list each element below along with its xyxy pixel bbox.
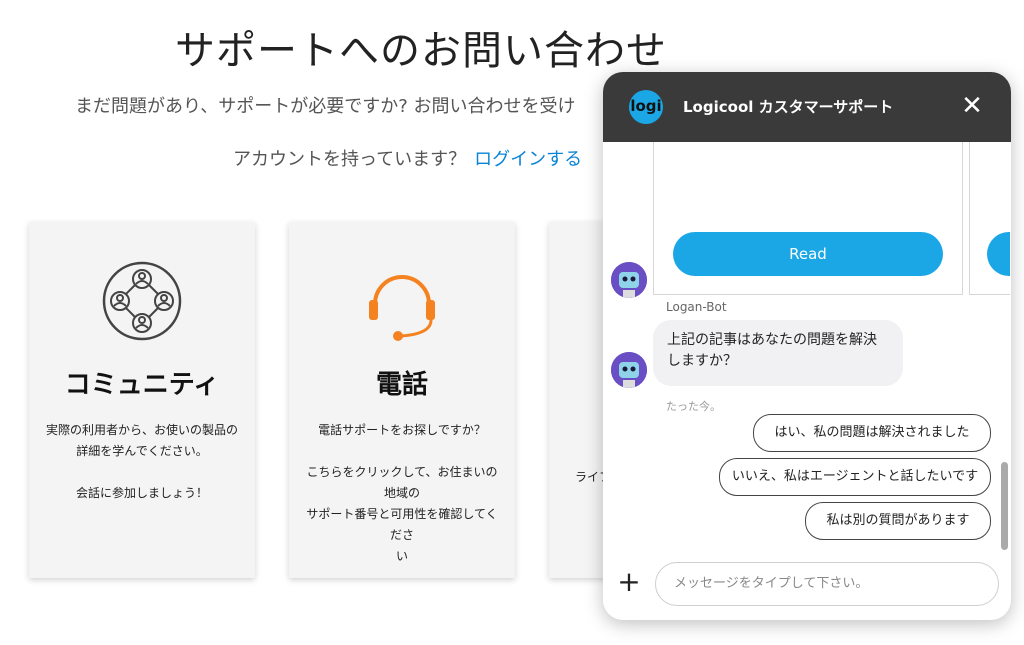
card-text: 電話サポートをお探しですか？ こちらをクリックして、お住まいの地域の サポート番… bbox=[306, 423, 498, 563]
message-input[interactable]: メッセージをタイプして下さい。 bbox=[655, 562, 999, 606]
read-button-next[interactable] bbox=[987, 232, 1010, 276]
quick-reply-other-question[interactable]: 私は別の質問があります bbox=[805, 502, 991, 540]
chat-widget: logi Logicool カスタマーサポート ✕ Read Logan-Bot… bbox=[603, 72, 1011, 620]
login-link[interactable]: ログインする bbox=[474, 149, 582, 170]
phone-card[interactable]: 電話 電話サポートをお探しですか？ こちらをクリックして、お住まいの地域の サポ… bbox=[289, 222, 515, 578]
card-text: 実際の利用者から、お使いの製品の 詳細を学んでください。 会話に参加しましょう！ bbox=[45, 423, 238, 500]
bot-avatar bbox=[611, 352, 647, 388]
quick-reply-agent[interactable]: いいえ、私はエージェントと話したいです bbox=[719, 458, 991, 496]
community-icon bbox=[29, 256, 255, 346]
card-title: 電話 bbox=[375, 370, 428, 400]
page-subtitle: まだ問題があり、サポートが必要ですか? お問い合わせを受け bbox=[75, 96, 576, 117]
article-card-next bbox=[969, 142, 1010, 295]
article-card: Read bbox=[653, 142, 963, 295]
bot-avatar bbox=[611, 262, 647, 298]
card-title: コミュニティ bbox=[64, 370, 220, 400]
page-title: サポートへのお問い合わせ bbox=[175, 28, 667, 74]
headset-icon bbox=[289, 256, 515, 346]
message-timestamp: たった今。 bbox=[666, 400, 721, 413]
chat-header: logi Logicool カスタマーサポート ✕ bbox=[603, 72, 1011, 142]
bot-message-text: 上記の記事はあなたの問題を解決しますか？ bbox=[667, 332, 877, 369]
quick-reply-resolved[interactable]: はい、私の問題は解決されました bbox=[753, 414, 991, 452]
account-line: アカウントを持っています？ ログインする bbox=[233, 145, 582, 171]
community-card[interactable]: コミュニティ 実際の利用者から、お使いの製品の 詳細を学んでください。 会話に参… bbox=[29, 222, 255, 578]
chat-messages[interactable]: Read Logan-Bot 上記の記事はあなたの問題を解決しますか？ たった今… bbox=[603, 142, 1011, 620]
third-card[interactable]: ライフ bbox=[549, 222, 609, 578]
read-button[interactable]: Read bbox=[673, 232, 943, 276]
bot-message: 上記の記事はあなたの問題を解決しますか？ bbox=[653, 320, 903, 386]
bot-name: Logan-Bot bbox=[666, 300, 727, 314]
plus-icon[interactable]: + bbox=[617, 568, 641, 596]
logi-logo: logi bbox=[629, 90, 663, 124]
close-icon[interactable]: ✕ bbox=[957, 90, 987, 122]
account-prompt: アカウントを持っています？ bbox=[233, 149, 467, 170]
chat-title: Logicool カスタマーサポート bbox=[683, 98, 894, 116]
chat-scrollbar[interactable] bbox=[1001, 462, 1008, 550]
